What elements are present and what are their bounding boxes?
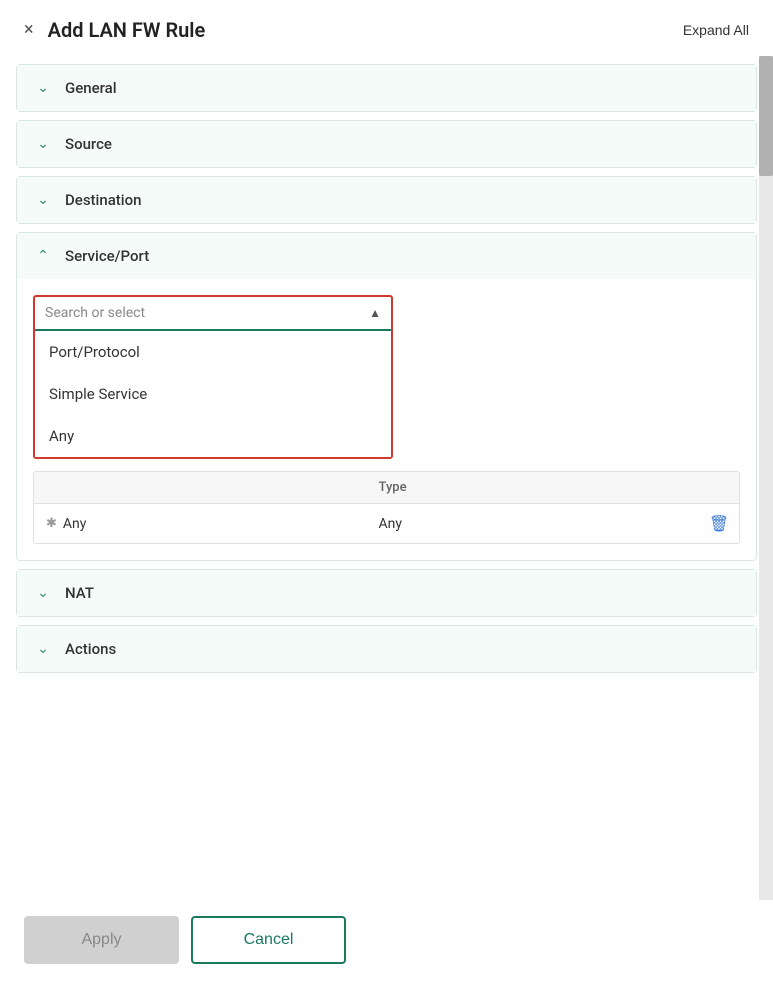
table-header-actions xyxy=(699,472,739,503)
section-nat: ⌄ NAT xyxy=(16,569,757,617)
dropdown-arrow-icon: ▲ xyxy=(369,306,381,320)
table-header-type: Type xyxy=(367,472,700,503)
section-destination-header[interactable]: ⌄ Destination xyxy=(17,177,756,223)
dropdown-option-simple-service[interactable]: Simple Service xyxy=(35,373,391,415)
chevron-up-icon: ⌃ xyxy=(33,248,53,264)
content-area: ⌄ General ⌄ Source ⌄ Destination ⌃ Servi… xyxy=(0,56,773,900)
dropdown-input-row[interactable]: Search or select ▲ xyxy=(35,297,391,331)
expand-all-button[interactable]: Expand All xyxy=(683,22,749,38)
chevron-down-icon: ⌄ xyxy=(33,641,53,657)
dropdown-placeholder: Search or select xyxy=(45,305,369,321)
apply-button[interactable]: Apply xyxy=(24,916,179,964)
section-actions: ⌄ Actions xyxy=(16,625,757,673)
dropdown-field[interactable]: Search or select ▲ Port/Protocol Simple … xyxy=(33,295,393,459)
service-port-table: Type ✱ Any Any 🗑 xyxy=(33,471,740,544)
section-destination-label: Destination xyxy=(65,191,141,209)
dropdown-option-any[interactable]: Any xyxy=(35,415,391,457)
chevron-down-icon: ⌄ xyxy=(33,192,53,208)
chevron-down-icon: ⌄ xyxy=(33,80,53,96)
scrollbar-thumb[interactable] xyxy=(759,56,773,176)
panel-header-left: × Add LAN FW Rule xyxy=(24,18,205,42)
section-destination: ⌄ Destination xyxy=(16,176,757,224)
section-source-header[interactable]: ⌄ Source xyxy=(17,121,756,167)
section-nat-label: NAT xyxy=(65,584,94,602)
section-service-port-header[interactable]: ⌃ Service/Port xyxy=(17,233,756,279)
table-header-row: Type xyxy=(34,472,739,504)
table-header-col1 xyxy=(34,472,367,503)
close-icon[interactable]: × xyxy=(24,21,34,39)
section-nat-header[interactable]: ⌄ NAT xyxy=(17,570,756,616)
panel-header: × Add LAN FW Rule Expand All xyxy=(0,0,773,56)
dropdown-option-port-protocol[interactable]: Port/Protocol xyxy=(35,331,391,373)
scrollbar-track[interactable] xyxy=(759,56,773,900)
section-service-port: ⌃ Service/Port Search or select ▲ Port/P… xyxy=(16,232,757,561)
table-cell-col1: ✱ Any xyxy=(34,506,367,542)
panel: × Add LAN FW Rule Expand All ⌄ General ⌄… xyxy=(0,0,773,988)
section-actions-header[interactable]: ⌄ Actions xyxy=(17,626,756,672)
cancel-button[interactable]: Cancel xyxy=(191,916,346,964)
delete-icon[interactable]: 🗑 xyxy=(699,504,739,543)
table-cell-type: Any xyxy=(367,506,700,542)
section-actions-label: Actions xyxy=(65,640,116,658)
dropdown-options: Port/Protocol Simple Service Any xyxy=(35,331,391,457)
asterisk-icon: ✱ xyxy=(46,516,57,531)
panel-title: Add LAN FW Rule xyxy=(48,18,206,42)
table-row: ✱ Any Any 🗑 xyxy=(34,504,739,543)
chevron-down-icon: ⌄ xyxy=(33,585,53,601)
chevron-down-icon: ⌄ xyxy=(33,136,53,152)
section-source: ⌄ Source xyxy=(16,120,757,168)
footer-buttons: Apply Cancel xyxy=(0,900,773,988)
section-general-header[interactable]: ⌄ General xyxy=(17,65,756,111)
section-general-label: General xyxy=(65,79,117,97)
table-cell-col1-value: Any xyxy=(63,516,87,532)
section-general: ⌄ General xyxy=(16,64,757,112)
section-source-label: Source xyxy=(65,135,112,153)
section-service-port-label: Service/Port xyxy=(65,247,149,265)
dropdown-container: Search or select ▲ Port/Protocol Simple … xyxy=(17,279,756,459)
